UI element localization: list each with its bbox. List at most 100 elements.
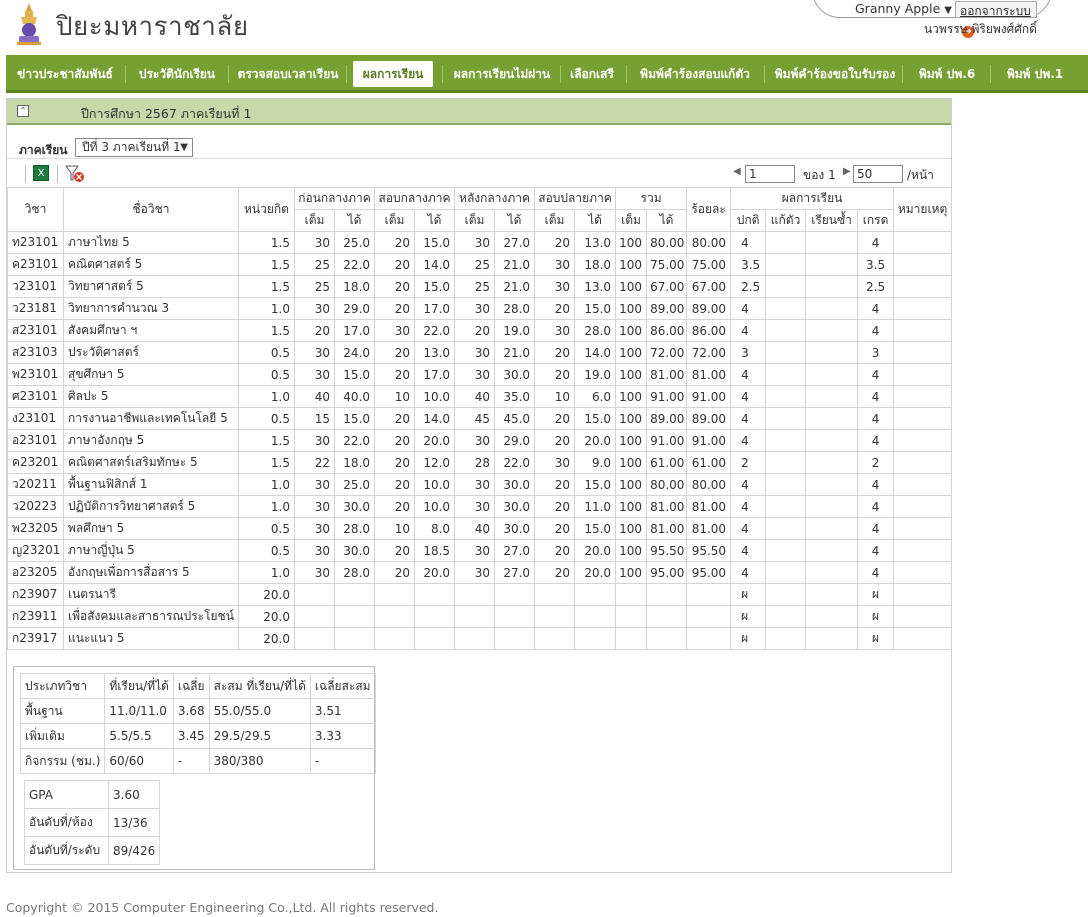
col-post-midterm: หลังกลางภาค [454, 187, 536, 210]
table-cell: 1.5 [238, 253, 295, 276]
table-cell: 1.0 [238, 473, 295, 496]
col-got: ได้ [574, 209, 617, 232]
term-select-value: ปีที่ 3 ภาคเรียนที่ 1 [82, 140, 181, 154]
col-full: เต็ม [615, 209, 648, 232]
logout-button[interactable]: ออกจากระบบ➜ [955, 1, 1037, 38]
footer-copyright: Copyright © 2015 Computer Engineering Co… [6, 900, 439, 915]
table-cell: 29.0 [494, 429, 536, 452]
table-cell: 20.0 [574, 561, 617, 584]
table-cell: 100 [615, 429, 648, 452]
table-cell: 3 [857, 341, 895, 364]
table-cell: ค23201 [7, 451, 64, 474]
table-cell: 30 [534, 319, 576, 342]
table-cell: 22 [294, 451, 335, 474]
table-cell: 20.0 [238, 583, 295, 606]
col-code: วิชา [7, 187, 64, 232]
table-cell: 95.50 [646, 539, 688, 562]
table-cell: 15.0 [574, 473, 617, 496]
nav-attendance[interactable]: ตรวจสอบเวลาเรียน [232, 61, 344, 87]
table-cell: 28.0 [574, 319, 617, 342]
col-got: ได้ [414, 209, 456, 232]
summary-cell: 11.0/11.0 [104, 698, 174, 724]
table-cell: 81.00 [686, 363, 732, 386]
prev-arrow-icon[interactable]: ◀ [733, 166, 741, 177]
nav-news[interactable]: ข่าวประชาสัมพันธ์ [6, 61, 124, 87]
excel-export-icon[interactable]: X [33, 165, 49, 181]
summary-cell: เพิ่มเติม [19, 723, 106, 749]
user-select-value: Granny Apple [855, 1, 941, 16]
table-cell: 61.00 [646, 451, 688, 474]
nav-divider [346, 65, 347, 83]
table-cell: 10.0 [414, 473, 456, 496]
table-cell [893, 451, 953, 474]
per-page-label: /หน้า [907, 168, 934, 182]
table-cell: ค23101 [7, 253, 64, 276]
table-cell: ว20211 [7, 473, 64, 496]
table-cell [893, 297, 953, 320]
table-cell: 15.0 [333, 363, 376, 386]
table-cell [646, 605, 688, 628]
nav-print-pp6[interactable]: พิมพ์ ปพ.6 [906, 61, 988, 87]
table-cell: 14.0 [414, 407, 456, 430]
table-cell: 30 [454, 473, 496, 496]
table-cell: 100 [615, 517, 648, 540]
table-cell: ง23101 [7, 407, 64, 430]
gpa-row: GPA 3.60 [24, 780, 161, 809]
table-row: ก23917 แนะแนว 5 20.0 ผ ผ [7, 627, 953, 650]
table-cell: พลศึกษา 5 [63, 517, 239, 540]
table-cell: 30 [294, 473, 335, 496]
table-cell [374, 583, 416, 606]
table-cell [646, 627, 688, 650]
table-cell: 20 [374, 297, 416, 320]
table-cell: 45.0 [494, 407, 536, 430]
table-cell: 0.5 [238, 517, 295, 540]
user-select[interactable]: Granny Apple ▼ [849, 1, 959, 18]
page-input[interactable]: 1 [745, 165, 795, 183]
table-cell: 20 [534, 473, 576, 496]
col-total: รวม [615, 187, 688, 210]
table-cell: 1.0 [238, 561, 295, 584]
table-cell: 4 [730, 429, 767, 452]
nav-grades[interactable]: ผลการเรียน [353, 61, 433, 87]
table-cell: 2 [730, 451, 767, 474]
table-cell: 30 [534, 451, 576, 474]
table-cell: 75.00 [686, 253, 732, 276]
nav-failed-grades[interactable]: ผลการเรียนไม่ผ่าน [446, 61, 558, 87]
table-cell: 4 [857, 495, 895, 518]
table-cell: 20 [454, 319, 496, 342]
sum-col-type: ประเภทวิชา [19, 673, 106, 699]
nav-electives[interactable]: เลือกเสรี [562, 61, 622, 87]
table-cell: 18.0 [333, 451, 376, 474]
table-cell: 4 [730, 539, 767, 562]
term-select[interactable]: ปีที่ 3 ภาคเรียนที่ 1 ▼ [75, 138, 193, 157]
nav-print-retest[interactable]: พิมพ์คำร้องสอบแก้ตัว [630, 61, 760, 87]
table-cell: ผ [857, 583, 895, 606]
nav-print-certificate[interactable]: พิมพ์คำร้องขอใบรับรอง [768, 61, 902, 87]
table-cell [805, 319, 859, 342]
col-midterm: สอบกลางภาค [374, 187, 456, 210]
table-cell [805, 627, 859, 650]
table-cell [686, 605, 732, 628]
table-cell: 17.0 [414, 363, 456, 386]
table-cell: 100 [615, 363, 648, 386]
table-cell: 95.00 [646, 561, 688, 584]
nav-print-pp1[interactable]: พิมพ์ ปพ.1 [994, 61, 1076, 87]
table-cell [765, 517, 807, 540]
table-cell [765, 275, 807, 298]
table-cell: 20 [534, 539, 576, 562]
collapse-icon[interactable]: ⌃ [17, 105, 29, 117]
table-cell [765, 385, 807, 408]
nav-divider [228, 65, 229, 83]
table-cell: 100 [615, 451, 648, 474]
filter-clear-icon[interactable] [65, 165, 85, 183]
table-cell: 18.5 [414, 539, 456, 562]
summary-box: ประเภทวิชา ที่เรียน/ที่ได้ เฉลี่ย สะสม ท… [13, 666, 376, 870]
page-size-input[interactable]: 50 [853, 165, 903, 183]
table-cell: 86.00 [686, 319, 732, 342]
table-cell: 2.5 [857, 275, 895, 298]
table-cell [893, 583, 953, 606]
table-cell: 1.0 [238, 385, 295, 408]
nav-student-profile[interactable]: ประวัตินักเรียน [128, 61, 226, 87]
table-cell: 95.00 [686, 561, 732, 584]
next-arrow-icon[interactable]: ▶ [843, 166, 851, 177]
